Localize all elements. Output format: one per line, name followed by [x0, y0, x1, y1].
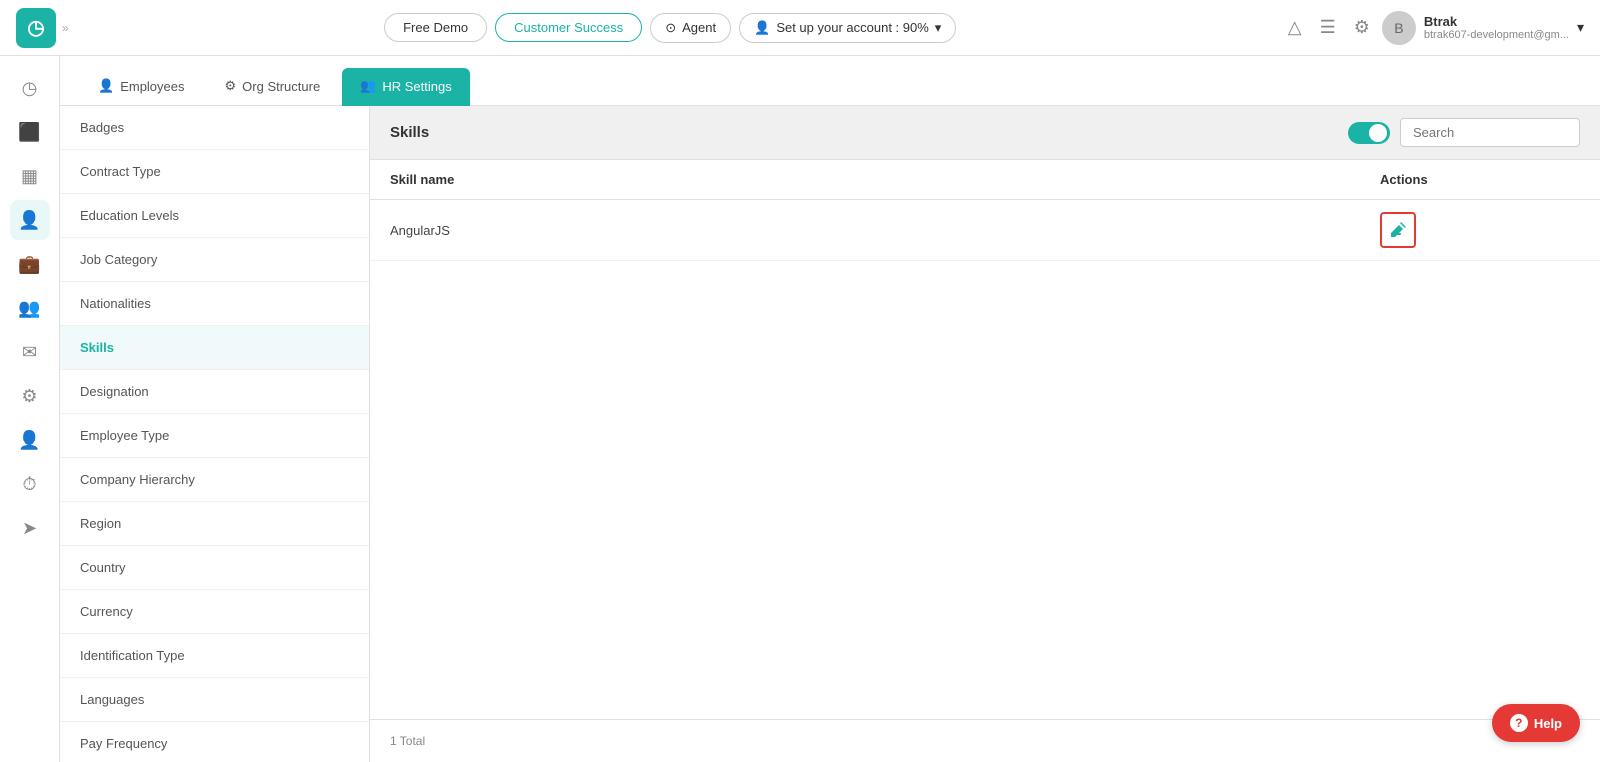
sidebar-icon-briefcase[interactable]: 💼: [10, 244, 50, 284]
main-container: Badges Contract Type Education Levels Jo…: [60, 106, 1600, 762]
agent-icon: ⊙: [665, 20, 676, 36]
sidebar-icon-user2[interactable]: 👤: [10, 420, 50, 460]
content-header: Skills: [370, 106, 1600, 160]
subtabs: 👤 Employees ⚙ Org Structure 👥 HR Setting…: [60, 56, 1600, 106]
logo[interactable]: ◷: [16, 8, 56, 48]
left-menu: Badges Contract Type Education Levels Jo…: [60, 106, 370, 762]
table-footer: 1 Total: [370, 719, 1600, 762]
settings-icon[interactable]: ⚙: [1354, 17, 1370, 38]
menu-item-identification-type[interactable]: Identification Type: [60, 634, 369, 678]
active-toggle[interactable]: [1348, 122, 1390, 144]
total-count: 1 Total: [390, 734, 425, 748]
menu-item-badges[interactable]: Badges: [60, 106, 369, 150]
sidebar-icon-calendar[interactable]: ▦: [10, 156, 50, 196]
topnav-icons: △ ☰ ⚙: [1288, 17, 1370, 38]
org-icon: ⚙: [225, 78, 237, 94]
table-header: Skill name Actions: [370, 160, 1600, 200]
sidebar-icon-timer[interactable]: ⏱: [10, 464, 50, 504]
left-sidebar: ◷ ⬛ ▦ 👤 💼 👥 ✉ ⚙ 👤 ⏱ ➤: [0, 56, 60, 762]
edit-button[interactable]: [1380, 212, 1416, 248]
skill-name-cell: AngularJS: [390, 223, 1380, 238]
sidebar-icon-person[interactable]: 👤: [10, 200, 50, 240]
menu-item-skills[interactable]: Skills: [60, 326, 369, 370]
user-dropdown-icon[interactable]: ▾: [1577, 19, 1584, 36]
sidebar-icon-mail[interactable]: ✉: [10, 332, 50, 372]
help-button[interactable]: ? Help: [1492, 704, 1580, 742]
menu-item-education-levels[interactable]: Education Levels: [60, 194, 369, 238]
edit-icon: [1390, 222, 1406, 238]
expand-icon[interactable]: »: [62, 21, 69, 35]
sidebar-icon-clock[interactable]: ◷: [10, 68, 50, 108]
document-icon[interactable]: ☰: [1320, 17, 1336, 38]
setup-person-icon: 👤: [754, 20, 770, 36]
column-actions: Actions: [1380, 172, 1580, 187]
sidebar-icon-group[interactable]: 👥: [10, 288, 50, 328]
agent-button[interactable]: ⊙ Agent: [650, 13, 731, 43]
menu-item-region[interactable]: Region: [60, 502, 369, 546]
logo-icon: ◷: [27, 15, 44, 40]
sidebar-icon-tv[interactable]: ⬛: [10, 112, 50, 152]
column-skill-name: Skill name: [390, 172, 1380, 187]
avatar: B: [1382, 11, 1416, 45]
search-input[interactable]: [1400, 118, 1580, 147]
topnav-center: Free Demo Customer Success ⊙ Agent 👤 Set…: [384, 13, 956, 43]
sidebar-icon-send[interactable]: ➤: [10, 508, 50, 548]
hr-icon: 👥: [360, 78, 376, 94]
menu-item-company-hierarchy[interactable]: Company Hierarchy: [60, 458, 369, 502]
chevron-down-icon: ▾: [935, 20, 942, 36]
tab-employees[interactable]: 👤 Employees: [80, 68, 203, 106]
user-menu[interactable]: B Btrak btrak607-development@gm... ▾: [1382, 11, 1584, 45]
table-row: AngularJS: [370, 200, 1600, 261]
help-icon: ?: [1510, 714, 1528, 732]
topnav: ◷ » Free Demo Customer Success ⊙ Agent 👤…: [0, 0, 1600, 56]
tab-org-structure[interactable]: ⚙ Org Structure: [207, 68, 339, 106]
sidebar-icon-settings[interactable]: ⚙: [10, 376, 50, 416]
toggle-knob: [1369, 124, 1387, 142]
menu-item-currency[interactable]: Currency: [60, 590, 369, 634]
menu-item-job-category[interactable]: Job Category: [60, 238, 369, 282]
menu-item-languages[interactable]: Languages: [60, 678, 369, 722]
header-right: [1348, 118, 1580, 147]
menu-item-country[interactable]: Country: [60, 546, 369, 590]
menu-item-employee-type[interactable]: Employee Type: [60, 414, 369, 458]
alert-icon[interactable]: △: [1288, 17, 1302, 38]
user-email: btrak607-development@gm...: [1424, 29, 1569, 41]
username: Btrak: [1424, 14, 1569, 29]
menu-item-nationalities[interactable]: Nationalities: [60, 282, 369, 326]
content-panel: Skills Skill name Actions AngularJS: [370, 106, 1600, 762]
customer-success-button[interactable]: Customer Success: [495, 13, 642, 42]
employees-icon: 👤: [98, 78, 114, 94]
free-demo-button[interactable]: Free Demo: [384, 13, 487, 42]
page-title: Skills: [390, 124, 429, 141]
menu-item-pay-frequency[interactable]: Pay Frequency: [60, 722, 369, 762]
skills-table: Skill name Actions AngularJS: [370, 160, 1600, 719]
setup-button[interactable]: 👤 Set up your account : 90% ▾: [739, 13, 956, 43]
menu-item-designation[interactable]: Designation: [60, 370, 369, 414]
user-info: Btrak btrak607-development@gm...: [1424, 14, 1569, 41]
tab-hr-settings[interactable]: 👥 HR Settings: [342, 68, 470, 106]
actions-cell: [1380, 212, 1580, 248]
menu-item-contract-type[interactable]: Contract Type: [60, 150, 369, 194]
